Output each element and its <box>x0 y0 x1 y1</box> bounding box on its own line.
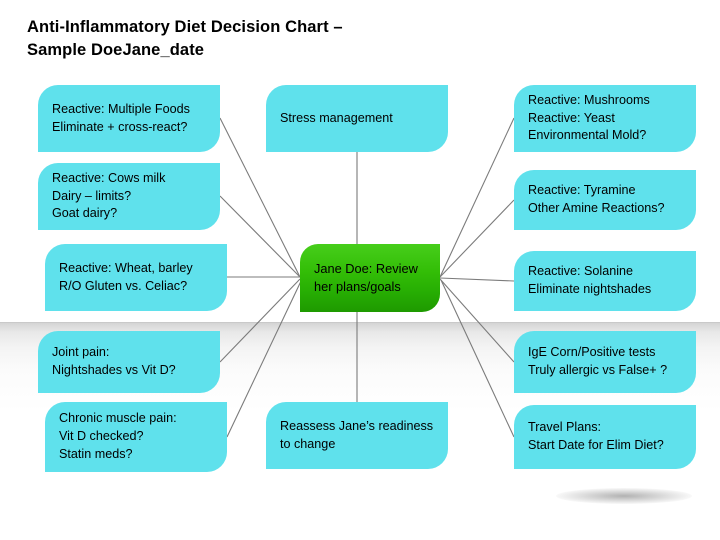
node-ige-corn[interactable]: IgE Corn/Positive tests Truly allergic v… <box>514 331 696 393</box>
node-label-chronic-muscle: Chronic muscle pain: Vit D checked? Stat… <box>59 411 177 461</box>
page-title: Anti-Inflammatory Diet Decision Chart – … <box>27 18 343 59</box>
connector-mushrooms-yeast <box>439 117 515 278</box>
connector-tyramine <box>439 199 515 278</box>
node-label-wheat-barley: Reactive: Wheat, barley R/O Gluten vs. C… <box>59 260 193 293</box>
node-label-solanine: Reactive: Solanine Eliminate nightshades <box>528 264 652 296</box>
node-label-mushrooms-yeast: Reactive: Mushrooms Reactive: Yeast Envi… <box>528 92 650 143</box>
node-solanine[interactable]: Reactive: Solanine Eliminate nightshades <box>514 251 696 311</box>
node-tyramine[interactable]: Reactive: Tyramine Other Amine Reactions… <box>514 170 696 230</box>
node-multiple-foods[interactable]: Reactive: Multiple Foods Eliminate + cro… <box>38 85 220 152</box>
node-label-tyramine: Reactive: Tyramine Other Amine Reactions… <box>528 183 665 215</box>
node-travel-plans[interactable]: Travel Plans: Start Date for Elim Diet? <box>514 405 696 469</box>
node-label-travel-plans: Travel Plans: Start Date for Elim Diet? <box>528 420 664 452</box>
node-label-multiple-foods: Reactive: Multiple Foods Eliminate + cro… <box>52 101 190 134</box>
node-label-cows-milk: Reactive: Cows milk Dairy – limits? Goat… <box>52 170 166 221</box>
node-label-joint-pain: Joint pain: Nightshades vs Vit D? <box>52 345 176 377</box>
node-reassess[interactable]: Reassess Jane’s readiness to change <box>266 402 448 469</box>
center-node-label: Jane Doe: Review her plans/goals <box>314 260 418 294</box>
center-node[interactable]: Jane Doe: Review her plans/goals <box>300 244 440 312</box>
slide-background-horizon-line <box>0 322 720 323</box>
node-stress-mgmt[interactable]: Stress management <box>266 85 448 152</box>
node-cows-milk[interactable]: Reactive: Cows milk Dairy – limits? Goat… <box>38 163 220 230</box>
node-label-ige-corn: IgE Corn/Positive tests Truly allergic v… <box>528 345 668 377</box>
decision-chart-slide: Anti-Inflammatory Diet Decision Chart – … <box>0 0 720 540</box>
node-label-stress-mgmt: Stress management <box>280 110 393 125</box>
node-joint-pain[interactable]: Joint pain: Nightshades vs Vit D? <box>38 331 220 393</box>
node-chronic-muscle[interactable]: Chronic muscle pain: Vit D checked? Stat… <box>45 402 227 472</box>
slide-drop-shadow <box>556 488 692 504</box>
node-wheat-barley[interactable]: Reactive: Wheat, barley R/O Gluten vs. C… <box>45 244 227 311</box>
node-mushrooms-yeast[interactable]: Reactive: Mushrooms Reactive: Yeast Envi… <box>514 85 696 152</box>
node-label-reassess: Reassess Jane’s readiness to change <box>280 418 434 451</box>
connector-cows-milk <box>219 195 301 278</box>
connector-solanine <box>439 277 515 282</box>
